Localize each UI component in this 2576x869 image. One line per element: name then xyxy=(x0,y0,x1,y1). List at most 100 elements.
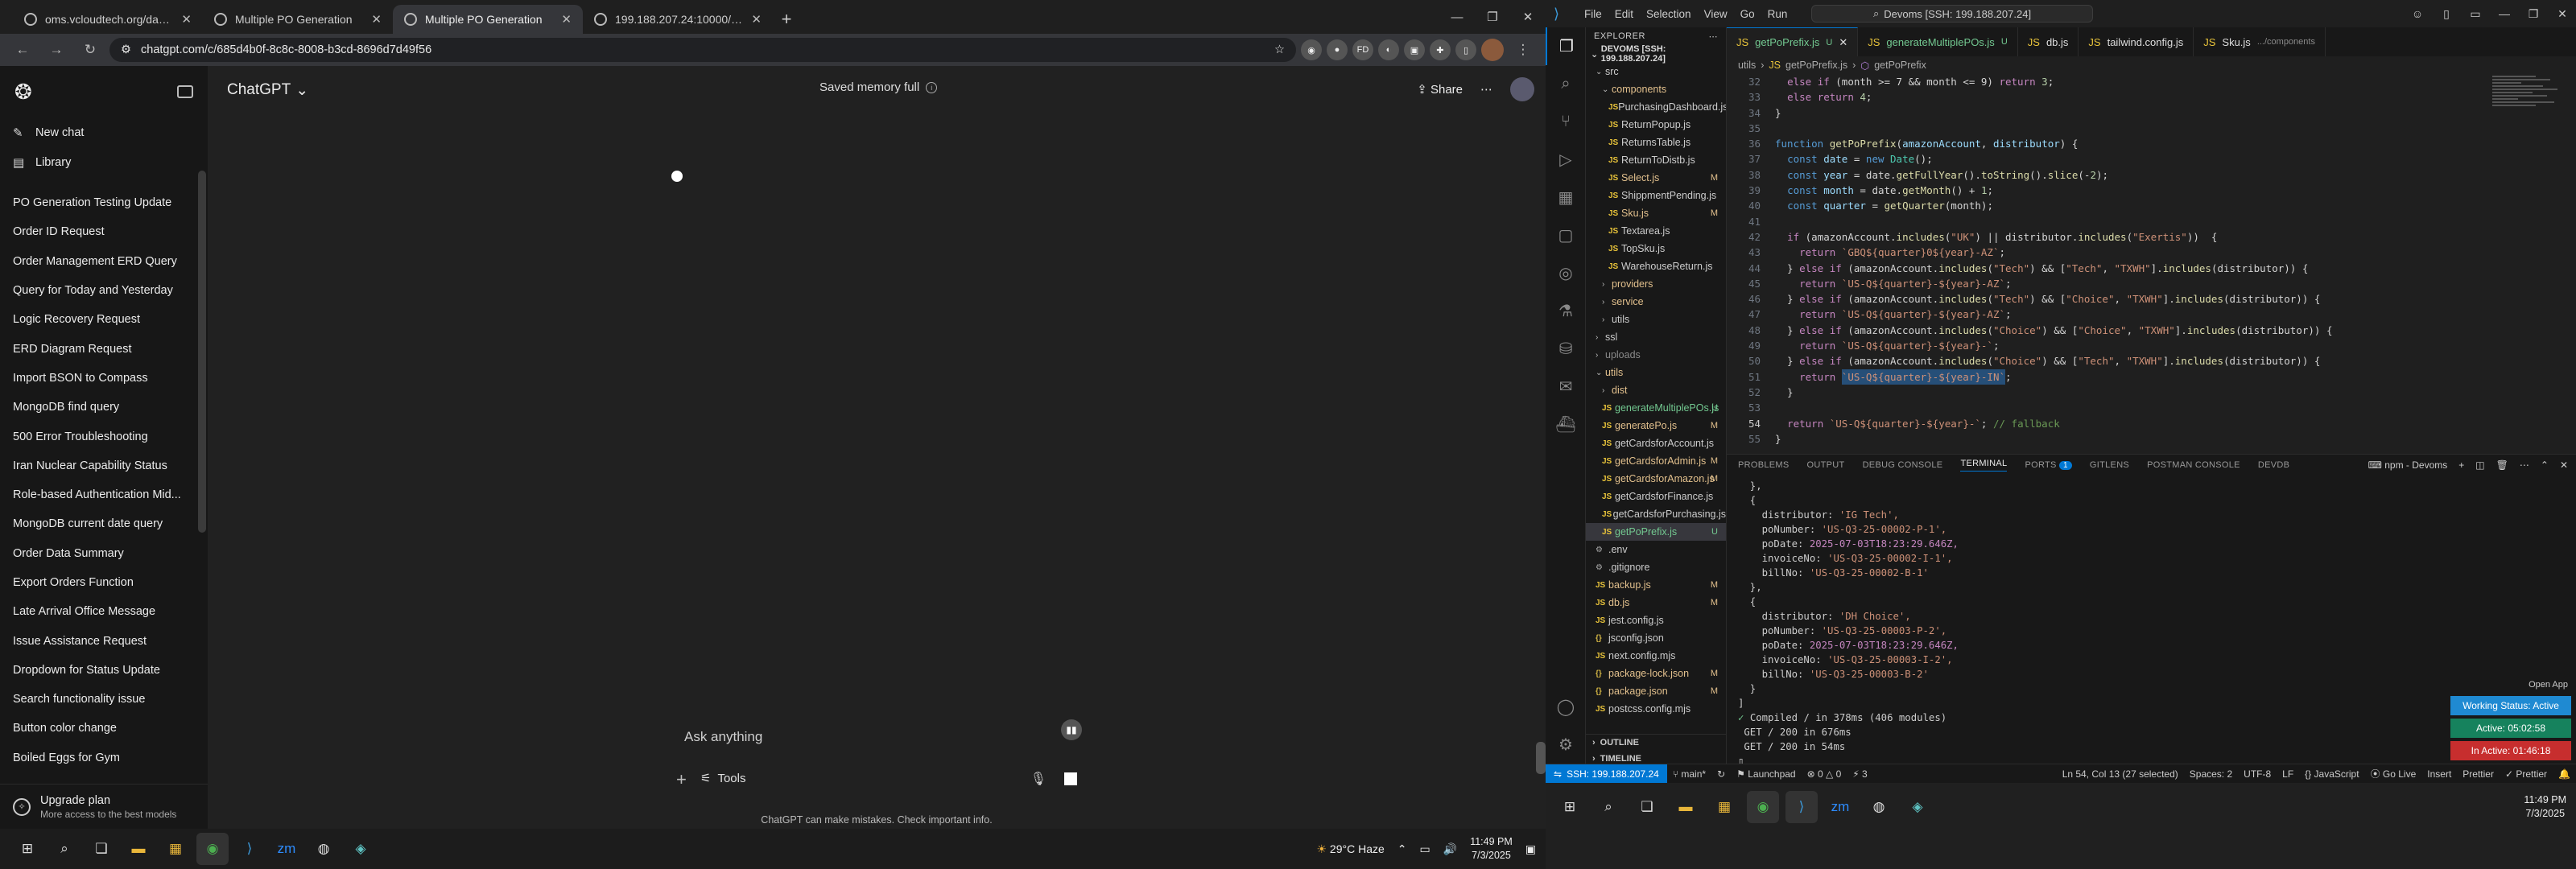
tree-file[interactable]: ⚙ .env xyxy=(1586,541,1726,558)
info-icon[interactable]: i xyxy=(926,81,938,93)
panel-tab-ports[interactable]: PORTS 1 xyxy=(2025,460,2072,470)
editor-tab[interactable]: JS getPoPrefix.js U ✕ xyxy=(1727,27,1859,56)
insert-mode[interactable]: Insert xyxy=(2421,768,2457,780)
tree-file[interactable]: JS WarehouseReturn.js xyxy=(1586,257,1726,275)
indentation[interactable]: Spaces: 2 xyxy=(2184,768,2238,780)
go-live-button[interactable]: ⦿ Go Live xyxy=(2365,767,2422,780)
panel-tab-problems[interactable]: PROBLEMS xyxy=(1738,460,1790,470)
account-icon[interactable]: ◯ xyxy=(1546,688,1586,726)
incognito-extension-icon[interactable]: ◉ xyxy=(1301,39,1322,60)
close-panel-icon[interactable]: ✕ xyxy=(2560,459,2568,471)
sidebar-chat-item[interactable]: PO Generation Testing Update xyxy=(0,188,208,217)
close-tab-icon[interactable]: ✕ xyxy=(371,12,382,27)
sidebar-chat-item[interactable]: 500 Error Troubleshooting xyxy=(0,422,208,451)
minimap[interactable] xyxy=(2492,74,2565,171)
project-root[interactable]: ⌄ DEVOMS [SSH: 199.188.207.24] xyxy=(1586,44,1726,64)
notifications-bell-icon[interactable]: 🔔 xyxy=(2553,768,2576,780)
remote-indicator[interactable]: ⇋ SSH: 199.188.207.24 xyxy=(1546,764,1667,784)
voice-mode-icon[interactable]: ▮▮ xyxy=(1061,719,1082,740)
sidebar-chat-item[interactable]: ERD Diagram Request xyxy=(0,334,208,363)
tree-file[interactable]: JS generateMultiplePOs.js U xyxy=(1586,399,1726,417)
address-bar[interactable]: ⚙ chatgpt.com/c/685d4b0f-8c8c-8008-b3cd-… xyxy=(109,38,1296,62)
windows-start-icon[interactable]: ⊞ xyxy=(11,833,43,865)
open-app-label[interactable]: Open App xyxy=(2529,680,2568,690)
tree-file[interactable]: JS Textarea.js xyxy=(1586,222,1726,240)
more-options-icon[interactable]: ⋯ xyxy=(1480,82,1492,97)
tree-file[interactable]: JS TopSku.js xyxy=(1586,240,1726,257)
sidebar-chat-item[interactable]: Dropdown for Status Update xyxy=(0,656,208,685)
line-ending[interactable]: LF xyxy=(2277,768,2299,780)
zoom-taskbar-icon[interactable]: zm xyxy=(1824,791,1856,823)
sidebar-chat-item[interactable]: Late Arrival Office Message xyxy=(0,597,208,626)
tray-chevron-icon[interactable]: ⌃ xyxy=(1397,842,1407,856)
copilot-icon[interactable]: ☺ xyxy=(2404,0,2431,27)
sidebar-chat-item[interactable]: Role-based Authentication Mid... xyxy=(0,480,208,509)
new-terminal-icon[interactable]: + xyxy=(2458,459,2464,471)
code-area[interactable]: 32 else if (month >= 7 && month <= 9) re… xyxy=(1727,74,2576,454)
sidebar-chat-item[interactable]: Export Orders Function xyxy=(0,568,208,597)
editor-tab[interactable]: JS generateMultiplePOs.js U xyxy=(1858,27,2018,56)
terminal-output[interactable]: }, { distributor: 'IG Tech', poNumber: '… xyxy=(1738,479,2462,768)
store-icon[interactable]: ▦ xyxy=(159,833,192,865)
browser-tab-orders[interactable]: 199.188.207.24:10000/orders/0✕ xyxy=(583,5,773,34)
windows-start-icon[interactable]: ⊞ xyxy=(1554,791,1586,823)
tree-file[interactable]: JS backup.js M xyxy=(1586,576,1726,594)
sidebar-chat-item[interactable]: Button color change xyxy=(0,714,208,743)
tree-folder[interactable]: ⌄ components xyxy=(1586,80,1726,98)
tree-file[interactable]: JS PurchasingDashboard.js xyxy=(1586,98,1726,116)
sidebar-chat-item[interactable]: Order ID Request xyxy=(0,217,208,246)
sidebar-scrollbar[interactable] xyxy=(198,171,206,533)
tree-folder[interactable]: › service xyxy=(1586,293,1726,311)
editor-tab[interactable]: JS db.js xyxy=(2018,27,2079,56)
new-chat-button[interactable]: ✎ New chat xyxy=(0,117,208,147)
sidebar-chat-item[interactable]: Order Data Summary xyxy=(0,539,208,568)
browser-tab-oms-dashboard[interactable]: oms.vcloudtech.org/dashboard✕ xyxy=(13,5,203,34)
zoom-taskbar-icon[interactable]: zm xyxy=(270,833,303,865)
tree-file[interactable]: JS getCardsforAccount.js xyxy=(1586,434,1726,452)
file-explorer-icon[interactable]: ▬ xyxy=(1670,791,1702,823)
chrome-taskbar-icon[interactable]: ◉ xyxy=(196,833,229,865)
vscode-taskbar-icon[interactable]: ⟩ xyxy=(1785,791,1818,823)
network-icon[interactable]: ▭ xyxy=(1420,842,1430,856)
browser-tab-po-generation-1[interactable]: Multiple PO Generation ✕ xyxy=(203,5,393,34)
close-icon[interactable]: ✕ xyxy=(2549,0,2576,27)
bookmark-star-icon[interactable]: ☆ xyxy=(1274,43,1285,56)
upgrade-plan-button[interactable]: ✧ Upgrade plan More access to the best mo… xyxy=(0,784,208,829)
microphone-icon[interactable]: 🎙 xyxy=(1030,771,1046,787)
maximize-icon[interactable]: ❐ xyxy=(2520,0,2547,27)
weather-widget[interactable]: ☀ 29°C Haze xyxy=(1316,842,1384,856)
sidebar-chat-item[interactable]: MongoDB current date query xyxy=(0,509,208,538)
browser-tab-po-generation-2[interactable]: Multiple PO Generation ✕ xyxy=(393,5,583,34)
postman-icon[interactable]: ✉ xyxy=(1546,368,1586,406)
panel-tab-terminal[interactable]: TERMINAL xyxy=(1960,459,2008,472)
sidepanel-icon[interactable]: ▯ xyxy=(1455,39,1476,60)
gitlens-icon[interactable]: ◎ xyxy=(1546,254,1586,292)
close-tab-icon[interactable]: ✕ xyxy=(181,12,192,27)
run-debug-icon[interactable]: ▷ xyxy=(1546,141,1586,179)
task-view-icon[interactable]: ❏ xyxy=(85,833,118,865)
app-taskbar-icon[interactable]: ◍ xyxy=(308,833,340,865)
sidebar-chat-item[interactable]: Import BSON to Compass xyxy=(0,364,208,393)
close-icon[interactable]: ✕ xyxy=(1510,0,1546,34)
forward-icon[interactable]: → xyxy=(42,37,71,63)
extensions-icon[interactable]: ▦ xyxy=(1546,179,1586,216)
tree-folder[interactable]: › dist xyxy=(1586,381,1726,399)
extension-icon[interactable]: ● xyxy=(1327,39,1348,60)
reload-icon[interactable]: ↻ xyxy=(76,37,105,63)
tree-folder[interactable]: › providers xyxy=(1586,275,1726,293)
sidebar-chat-item[interactable]: Logic Recovery Request xyxy=(0,305,208,334)
search-icon[interactable]: ⌕ xyxy=(1592,791,1624,823)
more-options-icon[interactable]: ⋯ xyxy=(2520,459,2529,471)
file-explorer-icon[interactable]: ▬ xyxy=(122,833,155,865)
app-taskbar-icon[interactable]: ◈ xyxy=(345,833,377,865)
tree-file[interactable]: JS db.js M xyxy=(1586,594,1726,612)
prettier-check[interactable]: ✓ Prettier xyxy=(2500,768,2553,780)
menu-item-go[interactable]: Go xyxy=(1734,8,1761,20)
tools-button[interactable]: ⚟ Tools xyxy=(700,771,745,786)
profile-avatar[interactable] xyxy=(1481,39,1504,61)
share-button[interactable]: ⇪ Share xyxy=(1417,82,1463,97)
tree-file[interactable]: {} jsconfig.json xyxy=(1586,629,1726,647)
tree-file[interactable]: {} package-lock.json M xyxy=(1586,665,1726,682)
tree-folder[interactable]: › uploads xyxy=(1586,346,1726,364)
tree-file[interactable]: JS jest.config.js xyxy=(1586,612,1726,629)
